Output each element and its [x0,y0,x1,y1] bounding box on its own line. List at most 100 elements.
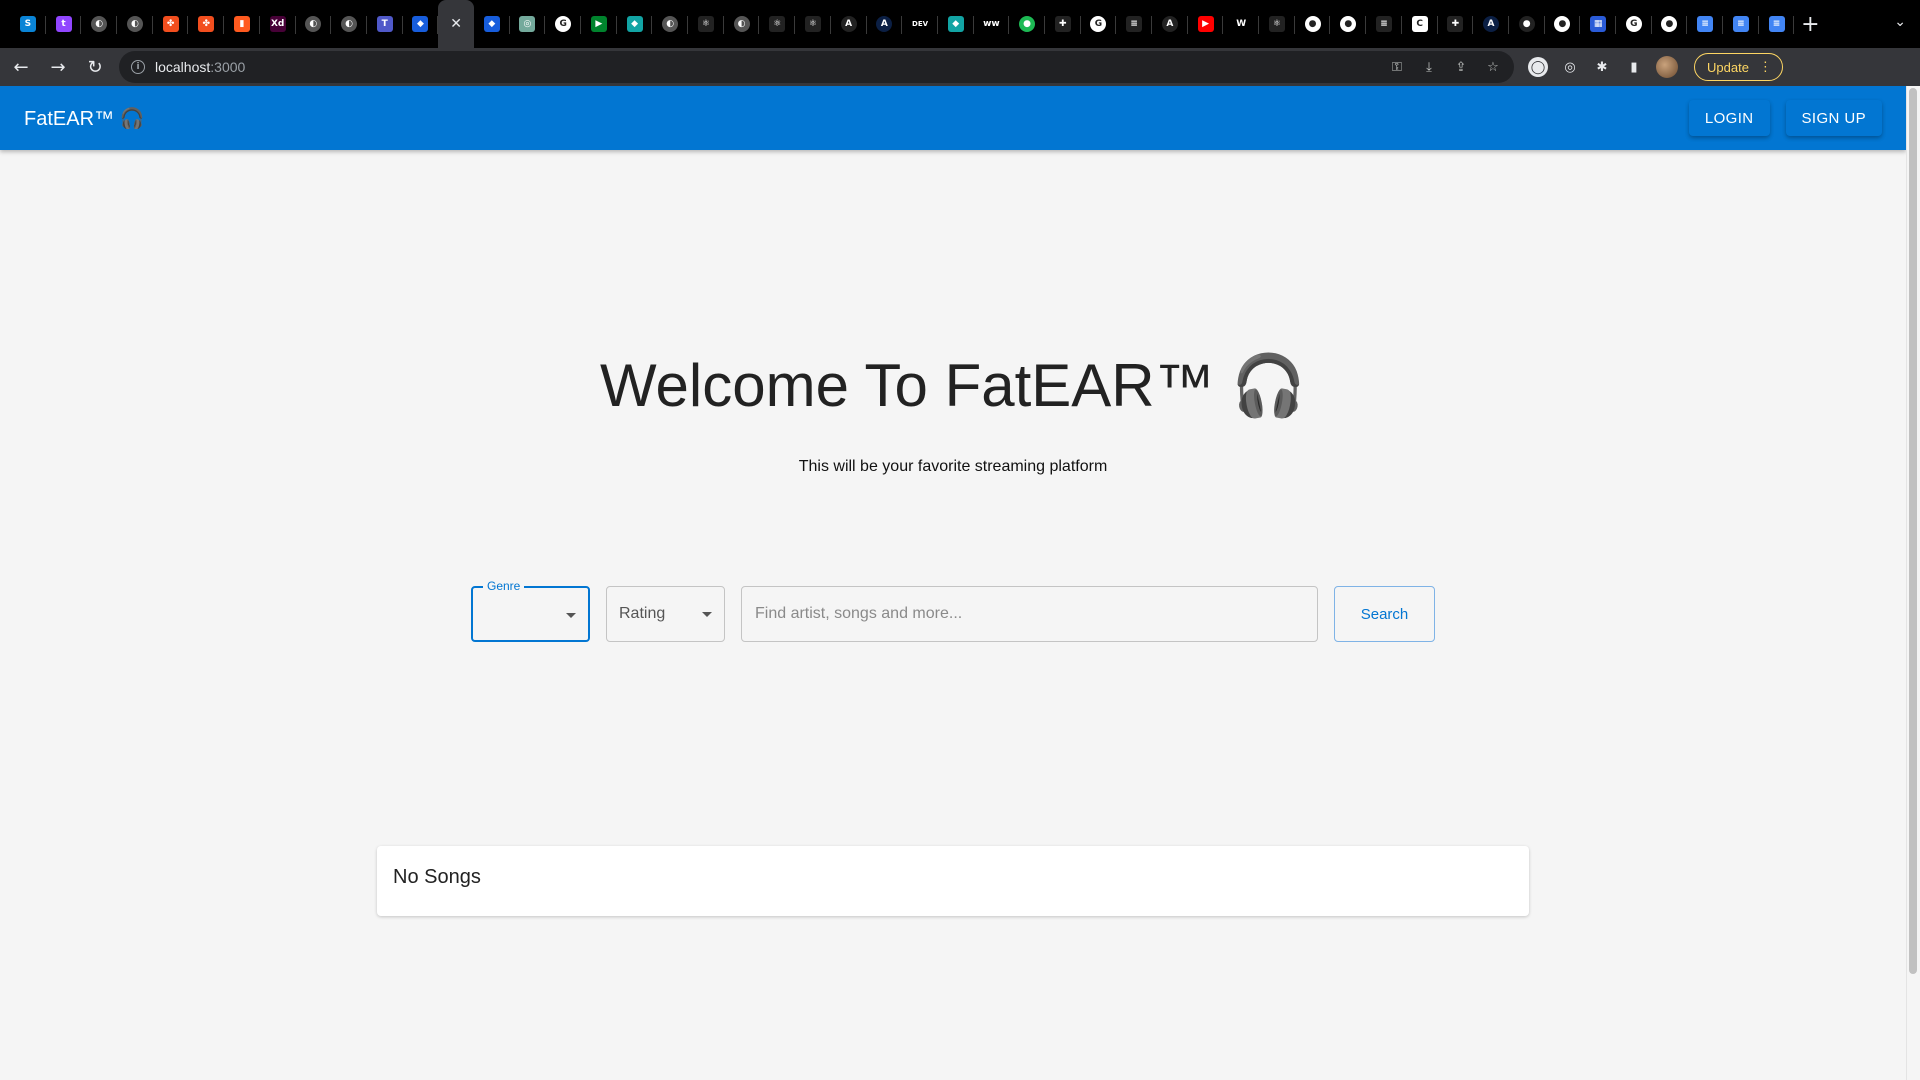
browser-tab[interactable]: Xd [260,0,296,48]
brand-logo[interactable]: FatEAR™ 🎧 [24,106,144,131]
browser-tab[interactable]: T [367,0,403,48]
browser-tab[interactable]: ◆ [617,0,653,48]
login-button[interactable]: LOGIN [1688,100,1770,136]
github-icon: ● [1304,16,1321,32]
side-panel-icon[interactable]: ▮ [1624,57,1644,77]
browser-tab[interactable]: ▦ [1580,0,1616,48]
browser-tab[interactable]: C [1402,0,1438,48]
more-menu-icon: ⋮ [1758,59,1772,74]
browser-tab[interactable]: ✚ [1045,0,1081,48]
browser-tab[interactable]: ≡ [1723,0,1759,48]
browser-tab[interactable]: G [545,0,581,48]
new-tab-button[interactable]: + [1794,0,1826,48]
reload-button[interactable]: ↻ [79,51,111,83]
meet-icon: ▶ [590,16,607,32]
browser-tab[interactable]: ◆ [474,0,510,48]
browser-tab[interactable]: G [1616,0,1652,48]
search-field[interactable] [741,586,1318,642]
rating-select[interactable]: Rating [606,586,725,642]
browser-tab[interactable]: ◐ [296,0,332,48]
browser-tab[interactable]: G [1081,0,1117,48]
browser-tab[interactable]: ≡ [1687,0,1723,48]
browser-tab[interactable]: W [1223,0,1259,48]
browser-tab[interactable]: ✤ [188,0,224,48]
skype-icon: S [19,16,36,32]
extension-circle-icon[interactable]: ◯ [1528,57,1548,77]
browser-tab[interactable]: A [867,0,903,48]
browser-tab[interactable]: ⚛ [1259,0,1295,48]
search-row: Genre Rating Search [471,579,1435,642]
browser-tab[interactable]: A [1473,0,1509,48]
browser-tab[interactable]: ≡ [1759,0,1795,48]
forward-button[interactable]: → [42,51,74,83]
key-icon[interactable]: ⚿ [1388,58,1406,76]
stack-icon: ≡ [1375,16,1392,32]
address-bar[interactable]: i localhost:3000 ⚿ ⤓ ⇪ ☆ [119,51,1514,83]
browser-tab[interactable]: ≡ [1366,0,1402,48]
page-scrollbar[interactable] [1906,86,1920,1080]
page-title: Welcome To FatEAR™ 🎧 [599,352,1307,419]
browser-tab[interactable]: S [10,0,46,48]
record-icon: ● [1518,16,1535,32]
browser-tab[interactable]: ww [974,0,1010,48]
docs-icon: ≡ [1732,16,1749,32]
close-icon[interactable]: ✕ [450,16,462,32]
site-info-icon[interactable]: i [131,60,145,74]
extensions-puzzle-icon[interactable]: ✱ [1592,57,1612,77]
globe-icon: ◐ [662,16,679,32]
browser-tab[interactable]: ◐ [81,0,117,48]
browser-tab[interactable]: ◆ [403,0,439,48]
signup-button[interactable]: SIGN UP [1785,100,1882,136]
update-button[interactable]: Update ⋮ [1694,53,1783,81]
browser-tab[interactable]: ≡ [1116,0,1152,48]
browser-tab[interactable]: ✚ [1438,0,1474,48]
url-text: localhost:3000 [155,59,246,75]
globe-icon: ◐ [341,16,358,32]
browser-tab[interactable]: ⚛ [795,0,831,48]
browser-tab[interactable]: t [46,0,82,48]
browser-tab[interactable]: ◆ [938,0,974,48]
browser-tab[interactable]: DEV [902,0,938,48]
browser-tab[interactable]: ◐ [331,0,367,48]
browser-tab[interactable]: ▶ [581,0,617,48]
browser-tab[interactable]: ✕ [438,0,474,48]
browser-tab[interactable]: ● [1009,0,1045,48]
tab-strip: St ◐ ◐ ✤ ✤ ▮ Xd ◐ ◐ T ◆ ✕ ◆ ◎ G ▶ ◆ ◐ ⚛ ◐ ⚛ ⚛ A A DEV ◆ ww ● ✚ G ≡ A ▶ W ⚛… [0,0,1920,48]
browser-tab[interactable]: ✤ [153,0,189,48]
browser-tab[interactable]: ◐ [724,0,760,48]
browser-tab[interactable]: A [831,0,867,48]
browser-tab[interactable]: ● [1545,0,1581,48]
browser-toolbar: ← → ↻ i localhost:3000 ⚿ ⤓ ⇪ ☆ ◯ ◎ ✱ ▮ U… [0,48,1920,86]
ww-icon: ww [983,16,1000,32]
trello-icon: ▮ [233,16,250,32]
bitwarden-icon: ◆ [412,16,429,32]
browser-tab[interactable]: ▮ [224,0,260,48]
browser-tab[interactable]: A [1152,0,1188,48]
search-button[interactable]: Search [1334,586,1435,642]
back-button[interactable]: ← [5,51,37,83]
search-input[interactable] [755,605,1317,623]
browser-tab[interactable]: ● [1652,0,1688,48]
browser-tab[interactable]: ● [1330,0,1366,48]
browser-tab[interactable]: ● [1509,0,1545,48]
genre-select[interactable]: Genre [471,579,590,642]
extension-target-icon[interactable]: ◎ [1560,57,1580,77]
browser-tab[interactable]: ⚛ [688,0,724,48]
browser-tab[interactable]: ◐ [117,0,153,48]
share-icon[interactable]: ⇪ [1452,58,1470,76]
install-icon[interactable]: ⤓ [1420,58,1438,76]
scrollbar-thumb[interactable] [1909,88,1917,974]
browser-tab[interactable]: ⚛ [759,0,795,48]
browser-tab[interactable]: ◎ [510,0,546,48]
c-icon: C [1411,16,1428,32]
browser-tab[interactable]: ◐ [652,0,688,48]
tab-search-chevron-icon[interactable]: ⌄ [1894,14,1906,30]
spotify-icon: ● [1019,16,1036,32]
browser-tab[interactable]: ● [1295,0,1331,48]
figma-icon: ✤ [162,16,179,32]
slack-icon: ✚ [1447,16,1464,32]
profile-avatar[interactable] [1656,56,1678,78]
browser-tab[interactable]: ▶ [1188,0,1224,48]
bookmark-star-icon[interactable]: ☆ [1484,58,1502,76]
react-icon: ⚛ [1268,16,1285,32]
